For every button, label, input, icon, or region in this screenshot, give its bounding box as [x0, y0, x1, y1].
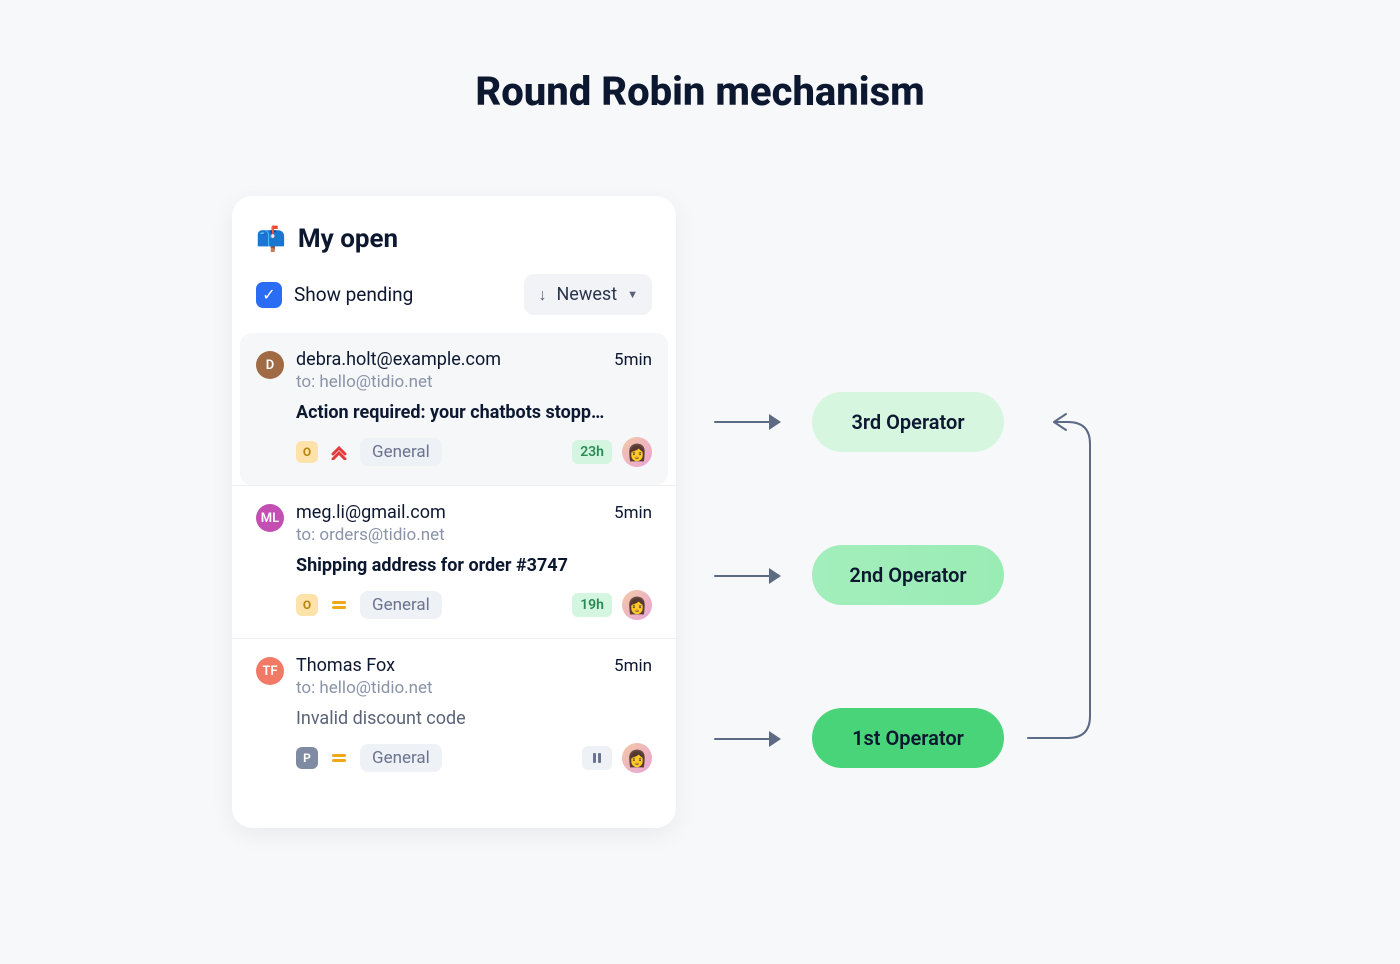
arrow-icon [714, 731, 781, 747]
sender: Thomas Fox [296, 655, 395, 676]
arrow-down-icon: ↓ [538, 285, 546, 305]
priority-medium-icon [328, 747, 350, 769]
sender: meg.li@gmail.com [296, 502, 446, 523]
operator-pill-2nd: 2nd Operator [812, 545, 1004, 605]
mailbox-icon: 📫 [256, 225, 286, 253]
operator-pill-1st: 1st Operator [812, 708, 1004, 768]
category-tag: General [360, 744, 442, 772]
time: 5min [614, 350, 652, 370]
assignee-avatar: 👩 [622, 743, 652, 773]
subject: Action required: your chatbots stopp… [296, 402, 652, 423]
sender: debra.holt@example.com [296, 349, 501, 370]
status-tag: O [296, 441, 318, 463]
panel-header: 📫 My open ✓ Show pending ↓ Newest ▼ [232, 224, 676, 333]
time: 5min [614, 656, 652, 676]
time: 5min [614, 503, 652, 523]
show-pending-toggle[interactable]: ✓ Show pending [256, 282, 413, 308]
list-item[interactable]: TF Thomas Fox 5min to: hello@tidio.net I… [232, 638, 676, 791]
priority-medium-icon [328, 594, 350, 616]
age-badge: 19h [572, 593, 612, 617]
to-line: to: orders@tidio.net [296, 525, 652, 545]
category-tag: General [360, 438, 442, 466]
avatar: ML [256, 504, 284, 532]
return-arrow-icon [1008, 392, 1108, 768]
list-item[interactable]: ML meg.li@gmail.com 5min to: orders@tidi… [232, 485, 676, 638]
age-badge: 23h [572, 440, 612, 464]
priority-high-icon [328, 441, 350, 463]
status-tag: O [296, 594, 318, 616]
subject: Invalid discount code [296, 708, 652, 729]
sort-label: Newest [556, 284, 617, 305]
pause-badge [582, 746, 612, 770]
arrow-icon [714, 568, 781, 584]
to-line: to: hello@tidio.net [296, 678, 652, 698]
category-tag: General [360, 591, 442, 619]
to-line: to: hello@tidio.net [296, 372, 652, 392]
status-tag: P [296, 747, 318, 769]
panel-title: My open [298, 224, 398, 254]
operator-pill-3rd: 3rd Operator [812, 392, 1004, 452]
conversation-list: D debra.holt@example.com 5min to: hello@… [232, 333, 676, 791]
subject: Shipping address for order #3747 [296, 555, 652, 576]
chevron-down-icon: ▼ [627, 288, 638, 301]
list-item[interactable]: D debra.holt@example.com 5min to: hello@… [240, 333, 668, 485]
assignee-avatar: 👩 [622, 590, 652, 620]
page-title: Round Robin mechanism [0, 68, 1400, 115]
assignee-avatar: 👩 [622, 437, 652, 467]
inbox-panel: 📫 My open ✓ Show pending ↓ Newest ▼ D de… [232, 196, 676, 828]
checkbox-icon: ✓ [256, 282, 282, 308]
arrow-icon [714, 414, 781, 430]
sort-dropdown[interactable]: ↓ Newest ▼ [524, 274, 652, 315]
avatar: D [256, 351, 284, 379]
avatar: TF [256, 657, 284, 685]
show-pending-label: Show pending [294, 283, 413, 306]
